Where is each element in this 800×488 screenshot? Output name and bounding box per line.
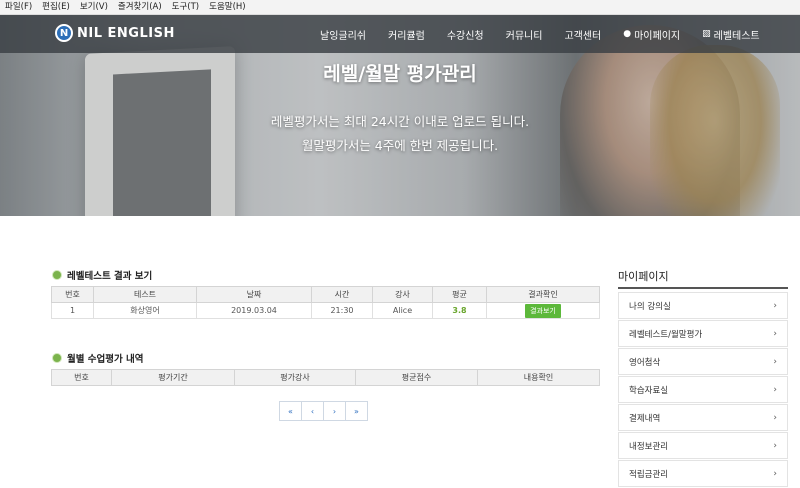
sidebar-item-payment-history[interactable]: 결제내역 › [618,404,788,431]
view-result-button[interactable]: 결과보기 [525,303,561,318]
menu-help[interactable]: 도움말(H) [204,0,250,14]
col-header-avg: 평균 [432,286,487,303]
sidebar-item-points[interactable]: 적립금관리 › [618,460,788,487]
last-page-button[interactable]: » [345,401,368,421]
chevron-right-icon: › [773,440,777,451]
chevron-right-icon: › [773,384,777,395]
sidebar-item-level-monthly-eval[interactable]: 레벨테스트/월말평가 › [618,320,788,347]
chevron-right-icon: › [773,300,777,311]
cell-test: 화상영어 [93,302,197,319]
bar-chart-icon: ▧ [702,29,711,39]
cell-teacher: Alice [372,302,433,319]
monthly-eval-title-text: 월별 수업평가 내역 [67,354,144,365]
logo-mark: N [55,24,73,42]
hero-banner: N NIL ENGLISH 날잉글리쉬 커리큘럼 수강신청 커뮤니티 고객센터 … [0,15,800,216]
browser-menubar: 파일(F) 편집(E) 보기(V) 즐겨찾기(A) 도구(T) 도움말(H) [0,0,800,15]
col-header-no: 번호 [51,286,94,303]
col-header-content: 내용확인 [477,369,600,386]
nav-leveltest-label: 레벨테스트 [713,30,760,42]
sidebar-item-label: 적립금관리 [629,469,669,480]
chevron-right-icon: › [773,468,777,479]
chevron-right-icon: › [773,412,777,423]
table-row: 1 화상영어 2019.03.04 21:30 Alice 3.8 결과보기 [51,302,600,319]
top-nav: N NIL ENGLISH 날잉글리쉬 커리큘럼 수강신청 커뮤니티 고객센터 … [0,15,800,53]
col-header-date: 날짜 [196,286,312,303]
sidebar-item-my-info[interactable]: 내정보관리 › [618,432,788,459]
sidebar-title: 마이페이지 [618,270,669,283]
sidebar-item-english-correction[interactable]: 영어첨삭 › [618,348,788,375]
sidebar-item-my-classroom[interactable]: 나의 강의실 › [618,292,788,319]
menu-favorites[interactable]: 즐겨찾기(A) [113,0,167,14]
nav-item-mypage[interactable]: ● 마이페이지 [623,27,680,42]
col-header-eval-teacher: 평가강사 [234,369,356,386]
nav-item-support[interactable]: 고객센터 [564,27,601,42]
cell-time: 21:30 [311,302,373,319]
green-bullet-icon [52,353,62,363]
chevron-right-icon: › [773,356,777,367]
menu-edit[interactable]: 편집(E) [37,0,75,14]
col-header-result: 결과확인 [486,286,600,303]
user-icon: ● [623,29,632,39]
level-test-title-text: 레벨테스트 결과 보기 [67,271,153,282]
monthly-eval-section-title: 월별 수업평가 내역 [52,351,144,365]
first-page-button[interactable]: « [279,401,302,421]
col-header-no: 번호 [51,369,112,386]
sidebar-item-label: 내정보관리 [629,441,669,452]
sidebar-item-label: 영어첨삭 [629,357,661,368]
sidebar-item-label: 나의 강의실 [629,301,671,312]
next-page-button[interactable]: › [323,401,346,421]
table-header-row: 번호 테스트 날짜 시간 강사 평균 결과확인 [51,286,600,303]
hero-subtitle-line2: 월말평가서는 4주에 한번 제공됩니다. [301,138,499,153]
nav-mypage-label: 마이페이지 [634,30,681,42]
level-test-table: 번호 테스트 날짜 시간 강사 평균 결과확인 1 화상영어 2019.03.0… [51,286,600,319]
nav-item-nil-english[interactable]: 날잉글리쉬 [320,27,366,42]
col-header-test: 테스트 [93,286,197,303]
monthly-eval-table: 번호 평가기간 평가강사 평균점수 내용확인 [51,369,600,386]
col-header-avg-score: 평균점수 [355,369,478,386]
page-title: 레벨/월말 평가관리 [323,63,477,85]
nav-item-community[interactable]: 커뮤니티 [506,27,543,42]
sidebar-divider [618,287,788,289]
cell-no: 1 [51,302,94,319]
prev-page-button[interactable]: ‹ [301,401,324,421]
pagination: « ‹ › » [279,401,368,421]
cell-date: 2019.03.04 [196,302,312,319]
site-logo[interactable]: N NIL ENGLISH [55,24,175,42]
nav-menu: 날잉글리쉬 커리큘럼 수강신청 커뮤니티 고객센터 ● 마이페이지 ▧ 레벨테스… [320,15,782,53]
menu-tools[interactable]: 도구(T) [167,0,204,14]
level-test-section-title: 레벨테스트 결과 보기 [52,268,152,282]
chevron-right-icon: › [773,328,777,339]
nav-item-enroll[interactable]: 수강신청 [447,27,484,42]
hero-subtitle-line1: 레벨평가서는 최대 24시간 이내로 업로드 됩니다. [270,114,530,129]
nav-item-curriculum[interactable]: 커리큘럼 [388,27,425,42]
menu-view[interactable]: 보기(V) [75,0,113,14]
green-bullet-icon [52,270,62,280]
nav-item-leveltest[interactable]: ▧ 레벨테스트 [702,27,760,42]
col-header-time: 시간 [311,286,373,303]
logo-text: NIL ENGLISH [77,25,175,41]
sidebar-item-study-materials[interactable]: 학습자료실 › [618,376,788,403]
table-header-row: 번호 평가기간 평가강사 평균점수 내용확인 [51,369,600,386]
sidebar-item-label: 결제내역 [629,413,661,424]
sidebar-menu: 나의 강의실 › 레벨테스트/월말평가 › 영어첨삭 › 학습자료실 › 결제내… [618,292,788,488]
cell-avg-score: 3.8 [432,302,487,319]
col-header-teacher: 강사 [372,286,433,303]
col-header-period: 평가기간 [111,369,235,386]
sidebar-item-label: 학습자료실 [629,385,669,396]
cell-result: 결과보기 [486,302,600,319]
sidebar-item-label: 레벨테스트/월말평가 [629,329,703,340]
menu-file[interactable]: 파일(F) [0,0,37,14]
